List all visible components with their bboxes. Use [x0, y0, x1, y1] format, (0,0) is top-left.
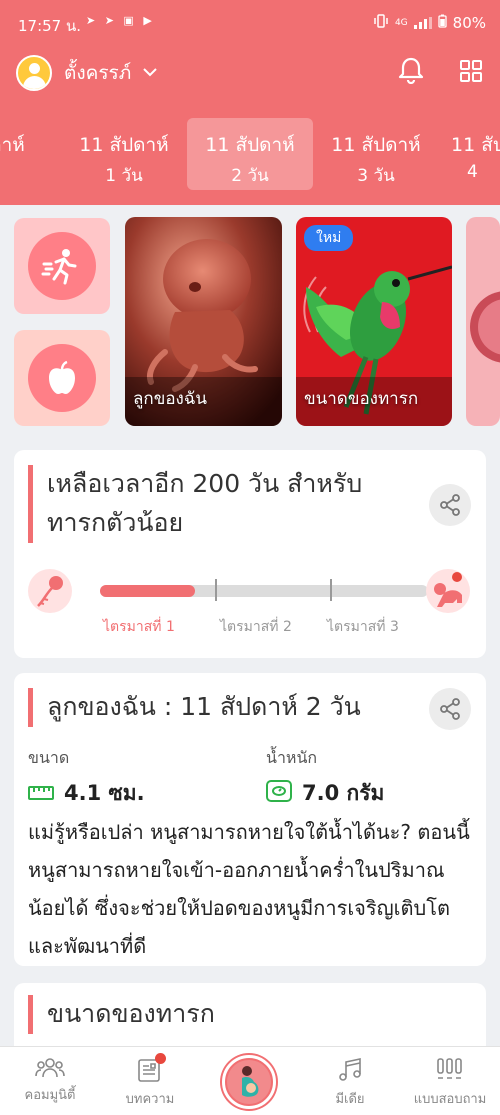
signal-icon	[413, 17, 432, 29]
nutrition-tile[interactable]	[14, 330, 110, 426]
week-tab-current[interactable]: 11 สัปดาห์ 2 วัน	[187, 118, 313, 190]
user-switcher[interactable]: ตั้งครรภ์	[16, 55, 157, 91]
week-label: 11 สัปดาห์	[205, 134, 295, 156]
nav-articles-label: บทความ	[125, 1092, 175, 1107]
countdown-card: เหลือเวลาอีก 200 วัน สำหรับทารกตัวน้อย ไ…	[14, 450, 486, 658]
trimester-label-2: ไตรมาสที่ 2	[220, 619, 292, 635]
nav-community-label: คอมมูนิตี้	[24, 1088, 76, 1103]
weight-stat: 7.0 กรัม	[266, 777, 384, 810]
week-label: ปดาห์	[0, 134, 25, 156]
week-label: 11 สัปดาห์	[331, 134, 421, 156]
week-label: 11 สัป	[451, 134, 500, 156]
music-icon	[339, 1058, 361, 1081]
share-icon[interactable]	[429, 484, 471, 526]
nav-media-label: มีเดีย	[335, 1092, 365, 1107]
vibrate-icon	[373, 14, 389, 32]
nav-community[interactable]: คอมมูนิตี้	[0, 1057, 100, 1105]
new-badge: ใหม่	[304, 225, 354, 251]
chevron-down-icon	[143, 65, 157, 81]
baby-fact-text: แม่รู้หรือเปล่า หนูสามารถหายใจใต้น้ำได้น…	[28, 820, 470, 958]
trimester-label-1: ไตรมาสที่ 1	[103, 619, 175, 635]
status-bar: 17:57 น. ➤ ➤ ▣ ▶ 4G 80%	[0, 0, 500, 48]
running-icon	[28, 232, 96, 300]
status-time: 17:57 น.	[18, 17, 82, 35]
battery-percent: 80%	[452, 14, 486, 32]
next-card-peek[interactable]	[466, 217, 500, 426]
avatar	[16, 55, 52, 91]
community-icon	[35, 1058, 65, 1078]
pregnant-mother-icon	[227, 1060, 271, 1104]
pregnancy-progress-bar	[100, 579, 428, 601]
crawling-baby-icon	[426, 569, 470, 613]
notification-dot	[155, 1053, 166, 1064]
app-header: 17:57 น. ➤ ➤ ▣ ▶ 4G 80% ตั้งครรภ์ าห์ 11…	[0, 0, 500, 205]
baby-size-title: ขนาดของทารก	[28, 995, 428, 1034]
size-label: ขนาด	[28, 748, 70, 767]
baby-size-label: ขนาดของทารก	[304, 389, 419, 409]
sperm-icon	[28, 569, 72, 613]
apple-icon	[28, 344, 96, 412]
trimester-tick	[330, 579, 332, 601]
week-strip[interactable]: ปดาห์ 11 สัปดาห์ 1 วัน 11 สัปดาห์ 2 วัน …	[0, 118, 500, 190]
week-tab-prev[interactable]: ปดาห์	[0, 118, 64, 190]
ruler-icon	[28, 782, 54, 806]
day-label: 1 วัน	[105, 166, 143, 186]
exercise-tile[interactable]	[14, 218, 110, 314]
battery-icon	[438, 14, 447, 32]
bell-icon[interactable]	[397, 56, 425, 85]
network-label: 4G	[394, 18, 408, 28]
baby-info-title: ลูกของฉัน : 11 สัปดาห์ 2 วัน	[28, 688, 428, 727]
my-baby-card[interactable]: ลูกของฉัน	[125, 217, 282, 426]
next-card-image	[466, 217, 500, 426]
trimester-tick	[215, 579, 217, 601]
baby-size-card[interactable]: ใหม่ ขนาดของทารก	[296, 217, 452, 426]
nav-pregnancy-home[interactable]	[222, 1055, 276, 1109]
quiz-icon	[437, 1058, 462, 1079]
nav-quiz-label: แบบสอบถาม	[413, 1092, 487, 1107]
notification-icons: ➤ ➤ ▣ ▶	[86, 14, 155, 27]
nav-articles[interactable]: บทความ	[100, 1053, 200, 1109]
weight-label: น้ำหนัก	[266, 748, 318, 767]
bottom-nav: คอมมูนิตี้ บทความ มีเดีย แบบสอบถาม	[0, 1046, 500, 1115]
countdown-title: เหลือเวลาอีก 200 วัน สำหรับทารกตัวน้อย	[28, 465, 413, 543]
week-label: 11 สัปดาห์	[79, 134, 169, 156]
week-tab-3[interactable]: 11 สัปดาห์ 3 วัน	[313, 118, 439, 190]
day-label: 4	[467, 162, 478, 182]
week-tab-next[interactable]: 11 สัป 4	[443, 118, 500, 190]
week-tab-1[interactable]: 11 สัปดาห์ 1 วัน	[61, 118, 187, 190]
user-name: ตั้งครรภ์	[64, 62, 132, 84]
size-stat: 4.1 ซม.	[28, 777, 145, 810]
size-value: 4.1 ซม.	[64, 781, 145, 805]
progress-fill	[100, 585, 196, 597]
day-label: 2 วัน	[231, 166, 269, 186]
weight-value: 7.0 กรัม	[302, 781, 385, 805]
trimester-label-3: ไตรมาสที่ 3	[327, 619, 399, 635]
my-baby-label: ลูกของฉัน	[133, 389, 208, 409]
baby-info-card: ลูกของฉัน : 11 สัปดาห์ 2 วัน ขนาด 4.1 ซม…	[14, 673, 486, 966]
feature-cards-row: ลูกของฉัน ใหม่ ขนาดของทารก	[0, 217, 500, 427]
day-label: 3 วัน	[357, 166, 395, 186]
status-right: 4G 80%	[373, 14, 486, 32]
nav-media[interactable]: มีเดีย	[300, 1057, 400, 1109]
grid-icon[interactable]	[459, 59, 483, 83]
scale-icon	[266, 780, 292, 807]
nav-quiz[interactable]: แบบสอบถาม	[400, 1057, 500, 1109]
share-icon[interactable]	[429, 688, 471, 730]
